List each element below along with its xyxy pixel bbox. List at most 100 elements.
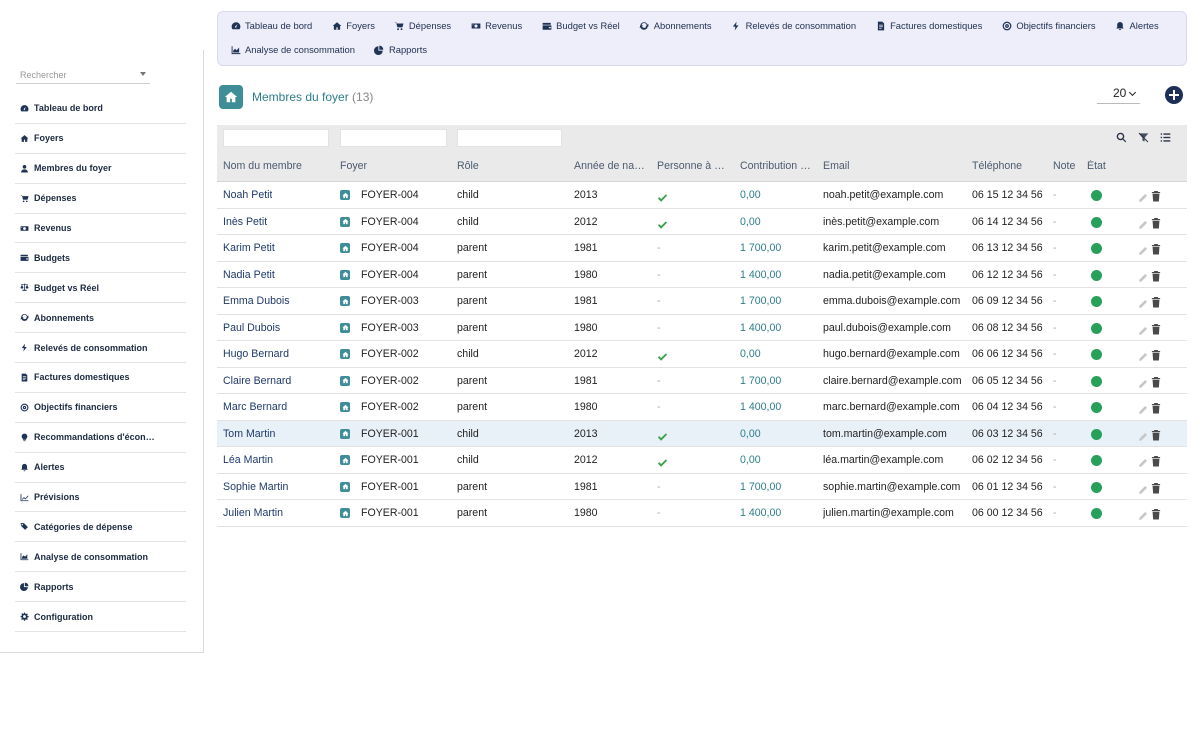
edit-icon[interactable] (1138, 349, 1148, 361)
table-row[interactable]: Julien Martin FOYER-001 parent 1980 - 1 400,0… (217, 500, 1187, 527)
edit-icon[interactable] (1138, 429, 1148, 441)
clear-filter-icon[interactable] (1137, 131, 1149, 143)
top-menu-item-alertes[interactable]: Alertes (1115, 20, 1159, 31)
column-header-nom-du-membre[interactable]: Nom du membre (223, 160, 333, 172)
member-foyer[interactable]: FOYER-002 (361, 348, 419, 360)
member-name[interactable]: Karim Petit (223, 242, 275, 254)
chevron-down-icon[interactable] (1128, 88, 1137, 97)
table-row[interactable]: Noah Petit FOYER-004 child 2013 0,00 noah.pet… (217, 182, 1187, 209)
sidebar-item-budgets[interactable]: Budgets (15, 243, 186, 274)
delete-icon[interactable] (1151, 428, 1161, 440)
top-menu-item-objectifs-financiers[interactable]: Objectifs financiers (1001, 20, 1096, 31)
member-name[interactable]: Claire Bernard (223, 375, 291, 387)
member-name[interactable]: Noah Petit (223, 189, 272, 201)
sidebar-item-recommandations-d-econ[interactable]: Recommandations d'écon… (15, 423, 186, 453)
member-name[interactable]: Tom Martin (223, 428, 275, 440)
column-header-etat[interactable]: État (1087, 160, 1127, 172)
delete-icon[interactable] (1151, 454, 1161, 467)
top-menu-item-rapports[interactable]: Rapports (374, 44, 427, 55)
column-header-personne-a[interactable]: Personne à … (657, 160, 735, 172)
table-row[interactable]: Inès Petit FOYER-004 child 2012 0,00 inès.pet… (217, 209, 1187, 235)
search-icon[interactable] (1115, 131, 1127, 143)
sidebar-item-revenus[interactable]: Revenus (15, 214, 186, 244)
caret-down-icon[interactable] (140, 72, 146, 76)
member-name[interactable]: Paul Dubois (223, 322, 280, 334)
edit-icon[interactable] (1138, 482, 1148, 494)
delete-icon[interactable] (1151, 375, 1161, 387)
table-row[interactable]: Hugo Bernard FOYER-002 child 2012 0,00 hugo.b… (217, 341, 1187, 368)
column-header-telephone[interactable]: Téléphone (972, 160, 1050, 172)
top-menu-item-tableau-de-bord[interactable]: Tableau de bord (230, 20, 312, 31)
member-foyer[interactable]: FOYER-003 (361, 322, 419, 334)
sidebar-item-releves-de-consommation[interactable]: Relevés de consommation (15, 333, 186, 364)
table-row[interactable]: Sophie Martin FOYER-001 parent 1981 - 1 700,0… (217, 474, 1187, 500)
sidebar-item-configuration[interactable]: Configuration (15, 602, 186, 633)
edit-icon[interactable] (1138, 508, 1148, 520)
member-name[interactable]: Léa Martin (223, 454, 273, 466)
member-foyer[interactable]: FOYER-004 (361, 216, 419, 228)
member-name[interactable]: Emma Dubois (223, 295, 290, 307)
member-foyer[interactable]: FOYER-001 (361, 454, 419, 466)
table-row[interactable]: Marc Bernard FOYER-002 parent 1980 - 1 400,00… (217, 394, 1187, 421)
table-row[interactable]: Karim Petit FOYER-004 parent 1981 - 1 700,00 k… (217, 235, 1187, 262)
column-header-foyer[interactable]: Foyer (340, 160, 450, 172)
column-header-email[interactable]: Email (823, 160, 968, 172)
edit-icon[interactable] (1138, 270, 1148, 282)
sidebar-item-categories-de-depense[interactable]: Catégories de dépense (15, 512, 186, 543)
top-menu-item-depenses[interactable]: Dépenses (394, 20, 451, 31)
column-header-contribution[interactable]: Contribution … (740, 160, 818, 172)
filter-role-input[interactable] (457, 129, 562, 147)
sidebar-item-analyse-de-consommation[interactable]: Analyse de consommation (15, 542, 186, 573)
member-foyer[interactable]: FOYER-001 (361, 481, 419, 493)
member-name[interactable]: Nadia Petit (223, 269, 275, 281)
top-menu-item-budget-vs-reel[interactable]: Budget vs Réel (541, 20, 620, 31)
top-menu-item-analyse-de-consommation[interactable]: Analyse de consommation (230, 44, 355, 55)
member-foyer[interactable]: FOYER-002 (361, 375, 419, 387)
column-header-note[interactable]: Note (1053, 160, 1083, 172)
table-row[interactable]: Claire Bernard FOYER-002 parent 1981 - 1 700,… (217, 368, 1187, 394)
edit-icon[interactable] (1138, 296, 1148, 308)
edit-icon[interactable] (1138, 217, 1148, 229)
edit-icon[interactable] (1138, 323, 1148, 335)
column-header-annee-de-na[interactable]: Année de na… (574, 160, 652, 172)
filter-name-input[interactable] (223, 129, 329, 147)
member-foyer[interactable]: FOYER-002 (361, 401, 419, 413)
delete-icon[interactable] (1151, 401, 1161, 414)
sidebar-item-alertes[interactable]: Alertes (15, 453, 186, 483)
delete-icon[interactable] (1151, 348, 1161, 361)
delete-icon[interactable] (1151, 189, 1161, 202)
member-name[interactable]: Sophie Martin (223, 481, 288, 493)
top-menu-item-factures-domestiques[interactable]: Factures domestiques (875, 20, 982, 31)
delete-icon[interactable] (1151, 322, 1161, 334)
add-member-button[interactable] (1165, 86, 1183, 104)
sidebar-item-factures-domestiques[interactable]: Factures domestiques (15, 363, 186, 393)
member-foyer[interactable]: FOYER-004 (361, 189, 419, 201)
table-row[interactable]: Paul Dubois FOYER-003 parent 1980 - 1 400,00 p… (217, 315, 1187, 341)
edit-icon[interactable] (1138, 455, 1148, 467)
top-menu-item-revenus[interactable]: Revenus (470, 20, 522, 31)
list-view-icon[interactable] (1159, 131, 1171, 143)
delete-icon[interactable] (1151, 216, 1161, 228)
sidebar-item-objectifs-financiers[interactable]: Objectifs financiers (15, 393, 186, 423)
delete-icon[interactable] (1151, 295, 1161, 308)
sidebar-item-depenses[interactable]: Dépenses (15, 184, 186, 214)
delete-icon[interactable] (1151, 481, 1161, 493)
table-row[interactable]: Nadia Petit FOYER-004 parent 1980 - 1 400,00 n… (217, 262, 1187, 288)
top-menu-item-releves-de-consommation[interactable]: Relevés de consommation (731, 20, 856, 31)
sidebar-item-tableau-de-bord[interactable]: Tableau de bord (15, 94, 186, 124)
member-foyer[interactable]: FOYER-001 (361, 507, 419, 519)
sidebar-search-select[interactable]: Rechercher (16, 66, 150, 84)
member-name[interactable]: Marc Bernard (223, 401, 287, 413)
member-name[interactable]: Julien Martin (223, 507, 283, 519)
top-menu-item-abonnements[interactable]: Abonnements (639, 20, 712, 31)
member-foyer[interactable]: FOYER-003 (361, 295, 419, 307)
sidebar-item-membres-du-foyer[interactable]: Membres du foyer (15, 154, 186, 184)
member-foyer[interactable]: FOYER-004 (361, 242, 419, 254)
sidebar-item-foyers[interactable]: Foyers (15, 124, 186, 154)
member-foyer[interactable]: FOYER-004 (361, 269, 419, 281)
member-name[interactable]: Hugo Bernard (223, 348, 289, 360)
edit-icon[interactable] (1138, 402, 1148, 414)
edit-icon[interactable] (1138, 376, 1148, 388)
member-foyer[interactable]: FOYER-001 (361, 428, 419, 440)
table-row[interactable]: Tom Martin FOYER-001 child 2013 0,00 tom.mart… (217, 420, 1187, 447)
